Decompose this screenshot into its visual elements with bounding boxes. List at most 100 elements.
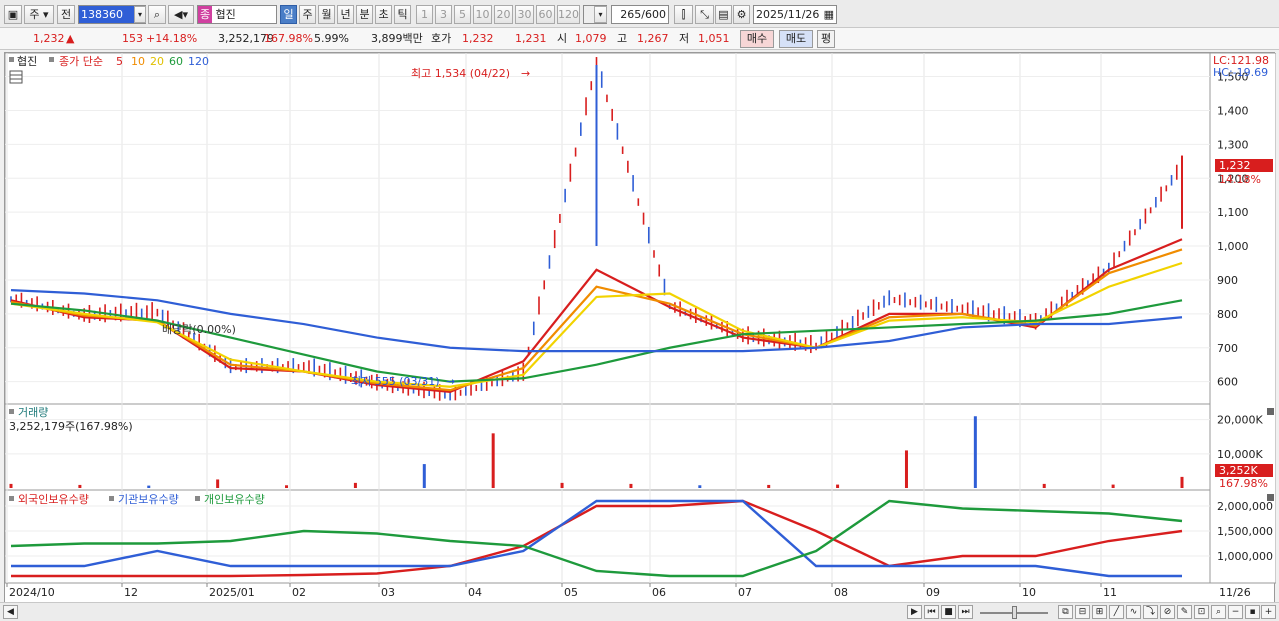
interval-dropdown-icon[interactable]: ▾	[594, 6, 607, 23]
volume-bar	[560, 482, 564, 488]
x-tick-label: 03	[381, 586, 395, 599]
volume-bar	[491, 433, 495, 488]
x-end-label: 11/26	[1219, 586, 1251, 599]
speaker-icon[interactable]: ◀▾	[168, 5, 194, 24]
tool-icon-9[interactable]: ⊡	[1194, 605, 1209, 619]
interval-3[interactable]: 3	[435, 5, 452, 24]
quote-price: 1,232	[33, 32, 65, 45]
code-dropdown-icon[interactable]: ▾	[134, 6, 146, 23]
period-week[interactable]: 주	[299, 5, 316, 24]
x-tick-label: 11	[1103, 586, 1117, 599]
scroll-left-icon[interactable]: ◀	[3, 605, 18, 619]
x-tick-label: 09	[926, 586, 940, 599]
interval-5[interactable]: 5	[454, 5, 471, 24]
min-arrow-icon: →	[446, 375, 455, 388]
interval-60[interactable]: 60	[536, 5, 555, 24]
period-year[interactable]: 년	[337, 5, 354, 24]
zoom-slider-handle[interactable]	[1012, 606, 1017, 619]
gear-icon[interactable]: ⚙	[733, 5, 750, 24]
interval-10[interactable]: 10	[473, 5, 492, 24]
x-tick-label: 02	[292, 586, 306, 599]
scroll-right-icon[interactable]: ▶	[907, 605, 922, 619]
type-select[interactable]: 주 ▾	[24, 5, 54, 24]
interval-20[interactable]: 20	[494, 5, 513, 24]
magnifier-icon[interactable]: ⌕	[1211, 605, 1226, 619]
tool-icon-3[interactable]: ⊞	[1092, 605, 1107, 619]
x-tick-label: 2025/01	[209, 586, 255, 599]
quote-bar: 1,232 ▲ 153 +14.18% 3,252,179 167.98% 5.…	[0, 28, 1279, 50]
x-ticks: 2024/10 12 2025/01 02 03 04 05 06 07 08 09 10 11	[6, 583, 1117, 599]
tool-icon-1[interactable]: ⧉	[1058, 605, 1073, 619]
zoom-in-icon[interactable]: +	[1261, 605, 1276, 619]
last-icon[interactable]: ⏭	[958, 605, 973, 619]
buy-button[interactable]: 매수	[740, 30, 774, 48]
type-select-label: 주	[29, 8, 40, 21]
period-minute[interactable]: 분	[356, 5, 373, 24]
quote-change-pct: +14.18%	[146, 32, 198, 45]
price-tick: 1,100	[1217, 206, 1249, 219]
sell-button[interactable]: 매도	[779, 30, 813, 48]
volume-value: 3,252,179주(167.98%)	[9, 420, 133, 433]
tool-icon-8[interactable]: ✎	[1177, 605, 1192, 619]
prev-button[interactable]: 전	[57, 5, 75, 24]
volume-bar	[353, 482, 357, 488]
panel-close-icon[interactable]	[1267, 494, 1274, 501]
up-arrow-icon: ▲	[66, 32, 75, 45]
count-input[interactable]: 265/600	[611, 5, 669, 24]
zoom-out-icon[interactable]: −	[1228, 605, 1243, 619]
zoom-fit-icon[interactable]: ▪	[1245, 605, 1260, 619]
stop-icon[interactable]: ■	[941, 605, 956, 619]
chart-svg[interactable]: 1,5001,4001,3001,2001,1001,0009008007006…	[4, 52, 1277, 604]
period-second[interactable]: 초	[375, 5, 392, 24]
date-input[interactable]: 2025/11/26 ▦	[753, 5, 837, 24]
x-tick-label: 08	[834, 586, 848, 599]
interval-1[interactable]: 1	[416, 5, 433, 24]
calendar-icon[interactable]: ▦	[824, 6, 834, 23]
legend-foreign: 외국인보유수량	[18, 493, 89, 506]
volume-bar	[285, 485, 289, 488]
count-value: 265	[620, 8, 642, 21]
period-day[interactable]: 일	[280, 5, 297, 24]
quote-ask: 1,232	[462, 32, 494, 45]
first-icon[interactable]: ⏮	[924, 605, 939, 619]
search-icon[interactable]: ⌕	[148, 5, 166, 24]
interval-30[interactable]: 30	[515, 5, 534, 24]
window-icon[interactable]: ▣	[4, 5, 22, 24]
date-value: 2025/11/26	[756, 8, 820, 21]
current-pct-tag: 14.18%	[1219, 173, 1261, 186]
x-tick-label: 04	[468, 586, 482, 599]
holding-tick: 1,500,000	[1217, 525, 1273, 538]
volume-tick: 10,000K	[1217, 448, 1263, 461]
save-icon[interactable]: ▤	[715, 5, 732, 24]
volume-tag: 3,252K	[1219, 464, 1258, 477]
draw-icon[interactable]: ⤡	[695, 5, 714, 24]
quote-bid-label: 호가	[431, 32, 452, 45]
period-month[interactable]: 월	[318, 5, 335, 24]
tool-icon-6[interactable]: ⤵	[1143, 605, 1158, 619]
volume-bar	[973, 416, 977, 488]
panel-close-icon[interactable]	[1267, 408, 1274, 415]
tool-icon-5[interactable]: ∿	[1126, 605, 1141, 619]
min-label: 최저 555 (03/31)	[351, 375, 440, 388]
stock-tag: 협진	[17, 55, 37, 68]
tool-icon-4[interactable]: ╱	[1109, 605, 1124, 619]
tool-icon-2[interactable]: ⊟	[1075, 605, 1090, 619]
eval-button[interactable]: 평	[817, 30, 835, 48]
holding-tick: 1,000,000	[1217, 550, 1273, 563]
chart-area[interactable]: 1,500 1,400 1,300 1,200 1,100 1,000 900 800 700 6…	[4, 52, 1277, 604]
legend-square-icon	[9, 57, 14, 62]
stock-name-field[interactable]: 종 협진	[197, 5, 277, 24]
legend-institution: 기관보유수량	[118, 493, 179, 506]
scroll-bar[interactable]: ◀ ▶ ⏮ ■ ⏭ ⧉ ⊟ ⊞ ╱ ∿ ⤵ ⊘ ✎ ⊡ ⌕ − ▪ +	[0, 602, 1279, 621]
max-label: 최고 1,534 (04/22)	[411, 67, 510, 80]
holding-panel	[4, 489, 1211, 584]
period-tick[interactable]: 틱	[394, 5, 411, 24]
interval-120[interactable]: 120	[557, 5, 580, 24]
tool-icon-7[interactable]: ⊘	[1160, 605, 1175, 619]
quote-high-label: 고	[617, 32, 628, 45]
table-icon[interactable]	[9, 70, 23, 84]
x-tick-label: 10	[1022, 586, 1036, 599]
ma-60-label: 60	[169, 55, 183, 68]
ma-20-label: 20	[150, 55, 164, 68]
candle-icon[interactable]: ⫿	[674, 5, 693, 24]
